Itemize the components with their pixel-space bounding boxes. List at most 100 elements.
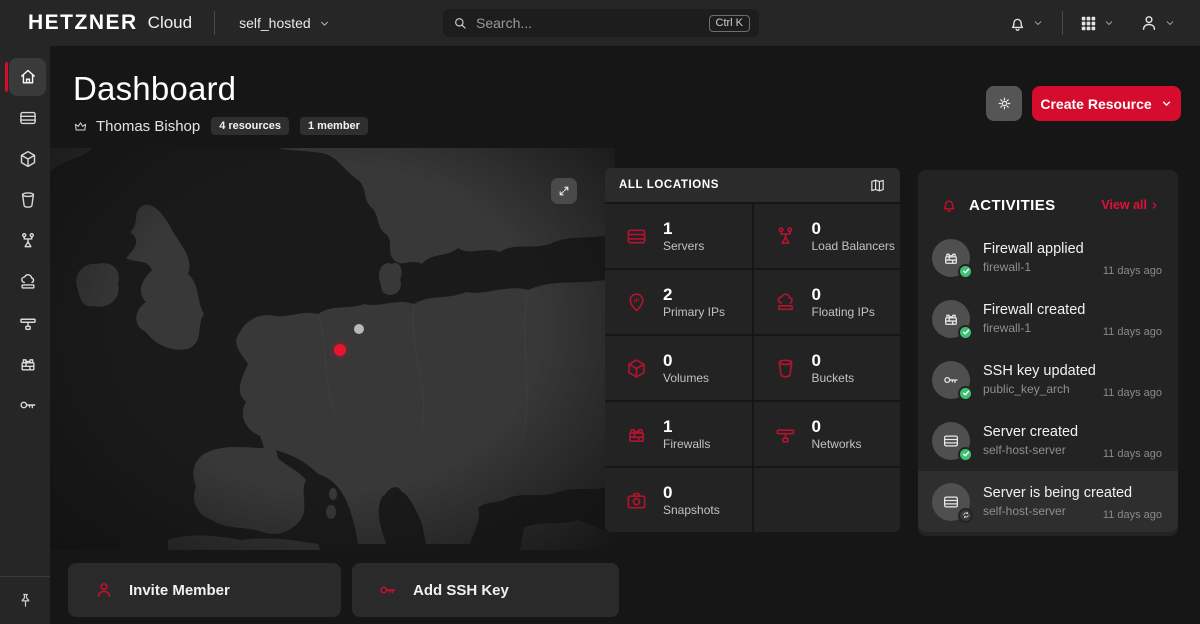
activity-avatar [932, 483, 970, 521]
firewall-icon [942, 249, 960, 267]
view-all-label: View all [1101, 198, 1147, 212]
servers-icon [942, 493, 960, 511]
apps-grid-icon [1079, 14, 1098, 33]
key-icon [18, 395, 38, 415]
stat-cell-volumes[interactable]: 0Volumes [605, 336, 752, 400]
stat-value: 0 [812, 351, 855, 371]
activity-title: SSH key updated [983, 363, 1096, 379]
map-marker-red[interactable] [334, 344, 346, 356]
check-icon [962, 267, 970, 275]
floating-ip-icon [18, 272, 38, 292]
activity-row[interactable]: Firewall created firewall-1 11 days ago [918, 288, 1178, 349]
expand-icon [557, 184, 571, 198]
activities-header: ACTIVITIES View all [918, 170, 1178, 214]
network-icon [18, 313, 38, 333]
search-input[interactable] [476, 15, 701, 31]
chevron-down-icon [1160, 97, 1173, 110]
stat-cell-servers[interactable]: 1Servers [605, 204, 752, 268]
map-icon[interactable] [869, 177, 886, 194]
view-all-link[interactable]: View all [1101, 198, 1160, 212]
activity-avatar [932, 361, 970, 399]
pending-badge [958, 508, 973, 523]
sidebar-item-load-balancers[interactable] [0, 222, 50, 260]
stat-value: 0 [663, 351, 709, 371]
stat-cell-networks[interactable]: 0Networks [754, 402, 901, 466]
chevron-down-icon [1032, 17, 1044, 29]
load-balancer-icon [18, 231, 38, 251]
stat-label: Volumes [663, 371, 709, 385]
activity-row[interactable]: Firewall applied firewall-1 11 days ago [918, 227, 1178, 288]
divider [1062, 11, 1063, 35]
sidebar-item-servers[interactable] [0, 99, 50, 137]
sidebar-item-networks[interactable] [0, 304, 50, 342]
success-badge [958, 325, 973, 340]
activities-panel: ACTIVITIES View all Firewall applied fir… [918, 170, 1178, 536]
locations-panel: ALL LOCATIONS 1Servers 0Load Balancers I… [605, 168, 900, 532]
check-icon [962, 450, 970, 458]
stat-cell-floating-ips[interactable]: 0Floating IPs [754, 270, 901, 334]
chevron-down-icon [1103, 17, 1115, 29]
sidebar-item-buckets[interactable] [0, 181, 50, 219]
sidebar-item-firewalls[interactable] [0, 345, 50, 383]
create-resource-button[interactable]: Create Resource [1032, 86, 1181, 121]
stat-label: Firewalls [663, 437, 710, 451]
dashboard-settings-button[interactable] [986, 86, 1022, 121]
bucket-icon [774, 357, 797, 380]
locations-stats-grid: 1Servers 0Load Balancers IP 2Primary IPs… [605, 202, 900, 532]
activity-row[interactable]: Server created self-host-server 11 days … [918, 410, 1178, 471]
sidebar-item-ssh-keys[interactable] [0, 386, 50, 424]
hetzner-logo[interactable]: HETZNER [28, 11, 138, 35]
primary-ip-icon: IP [625, 291, 648, 314]
stat-value: 0 [812, 219, 895, 239]
servers-icon [942, 432, 960, 450]
crown-icon [73, 119, 88, 134]
stat-value: 1 [663, 219, 704, 239]
stat-cell-load-balancers[interactable]: 0Load Balancers [754, 204, 901, 268]
servers-icon [625, 225, 648, 248]
project-switcher[interactable]: self_hosted [239, 15, 331, 31]
invite-member-button[interactable]: Invite Member [68, 563, 341, 617]
camera-icon [625, 489, 648, 512]
search-shortcut-badge: Ctrl K [709, 15, 751, 32]
map-marker-grey[interactable] [354, 324, 364, 334]
activity-row[interactable]: SSH key updated public_key_arch 11 days … [918, 349, 1178, 410]
gear-icon [996, 95, 1013, 112]
stat-cell-firewalls[interactable]: 1Firewalls [605, 402, 752, 466]
account-menu[interactable] [1139, 13, 1176, 33]
user-icon [1139, 13, 1159, 33]
locations-panel-header: ALL LOCATIONS [605, 168, 900, 202]
activity-time: 11 days ago [1103, 387, 1162, 399]
stat-cell-snapshots[interactable]: 0Snapshots [605, 468, 752, 532]
global-search[interactable]: Ctrl K [443, 9, 759, 37]
sidebar-item-floating-ips[interactable] [0, 263, 50, 301]
europe-map [50, 148, 615, 550]
invite-member-label: Invite Member [129, 582, 230, 599]
stat-cell-primary-ips[interactable]: IP 2Primary IPs [605, 270, 752, 334]
network-icon [774, 423, 797, 446]
bell-icon [1008, 14, 1027, 33]
active-indicator [5, 62, 8, 92]
project-owner: Thomas Bishop [73, 118, 200, 135]
stat-label: Primary IPs [663, 305, 725, 319]
activity-subtitle: public_key_arch [983, 382, 1096, 396]
sidebar-pin-toggle[interactable] [0, 576, 50, 624]
topbar-actions [1008, 11, 1200, 35]
stat-label: Networks [812, 437, 862, 451]
locations-map[interactable] [50, 148, 615, 550]
stat-cell-buckets[interactable]: 0Buckets [754, 336, 901, 400]
sidebar-item-dashboard[interactable] [0, 58, 50, 96]
activity-title: Server is being created [983, 485, 1103, 501]
servers-icon [18, 108, 38, 128]
cube-icon [625, 357, 648, 380]
notifications-menu[interactable] [1008, 14, 1044, 33]
map-expand-button[interactable] [551, 178, 577, 204]
firewall-icon [942, 310, 960, 328]
activity-row[interactable]: Server is being created self-host-server… [918, 471, 1178, 532]
activity-title: Server created [983, 424, 1078, 440]
activities-title: ACTIVITIES [969, 197, 1056, 214]
sidebar-nav [0, 46, 50, 424]
sidebar-item-volumes[interactable] [0, 140, 50, 178]
add-ssh-key-button[interactable]: Add SSH Key [352, 563, 619, 617]
apps-menu[interactable] [1079, 14, 1115, 33]
locations-title: ALL LOCATIONS [619, 179, 719, 191]
